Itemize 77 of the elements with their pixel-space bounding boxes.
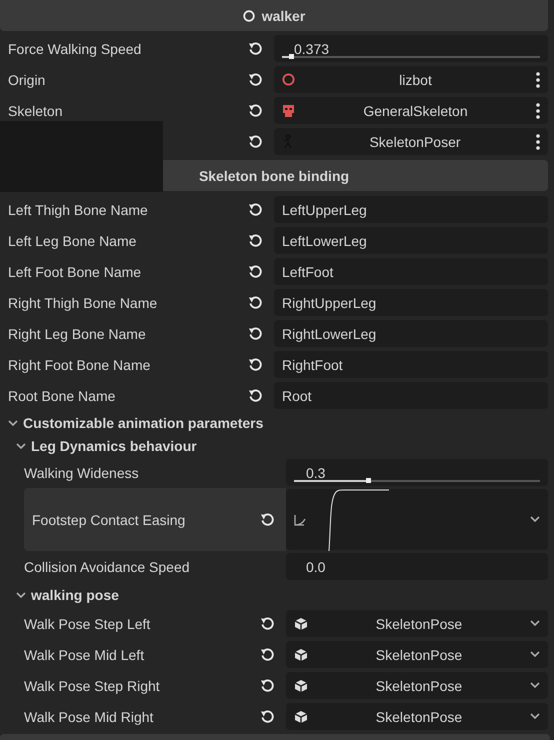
chevron-down-icon[interactable] [530,651,540,658]
reset-icon[interactable] [248,388,263,403]
more-options-icon[interactable] [536,134,540,150]
property-label: Walk Pose Step Right [24,678,161,694]
reset-icon[interactable] [248,41,263,56]
reset-icon[interactable] [260,512,275,527]
more-options-icon[interactable] [536,72,540,88]
resource-field[interactable]: SkeletonPose [286,703,548,730]
text-field[interactable]: LeftUpperLeg [274,196,548,223]
node-field[interactable]: lizbot [274,66,548,93]
reset-icon[interactable] [248,326,263,341]
property-label: Root Bone Name [8,388,116,404]
chevron-down-icon[interactable] [530,620,540,627]
group-header[interactable]: Customizable animation parameters [0,411,554,435]
chevron-down-icon[interactable] [16,592,26,598]
number-field[interactable]: 0.0 [286,553,548,580]
property-label: Right Thigh Bone Name [8,294,158,310]
reset-icon[interactable] [248,134,263,149]
reset-icon[interactable] [260,709,275,724]
skull-icon [282,104,295,118]
resource-field[interactable]: SkeletonPose [286,672,548,699]
cube-icon [294,678,308,692]
slider-thumb[interactable] [366,478,371,483]
text-field[interactable]: RightLowerLeg [274,320,548,347]
subgroup-header[interactable]: Leg Dynamics behaviour [0,435,554,457]
circle-icon [282,73,295,86]
reset-icon[interactable] [248,357,263,372]
curve-preview [328,488,390,550]
slider-thumb[interactable] [289,54,294,59]
node-field[interactable]: SkeletonPoser [274,128,548,155]
property-label: Left Foot Bone Name [8,264,142,280]
header-title: walker [262,8,306,24]
property-label: Origin [8,72,46,88]
reset-icon[interactable] [248,202,263,217]
reset-icon[interactable] [248,295,263,310]
resource-field[interactable]: SkeletonPose [286,610,548,637]
reset-icon[interactable] [248,72,263,87]
node-field[interactable]: GeneralSkeleton [274,97,548,124]
text-field[interactable]: Root [274,382,548,409]
cube-icon [294,616,308,630]
chevron-down-icon[interactable] [530,682,540,689]
cube-icon [294,710,308,724]
text-field[interactable]: LeftFoot [274,258,548,285]
text-field[interactable]: RightUpperLeg [274,289,548,316]
cube-icon [294,648,308,662]
reset-icon[interactable] [260,616,275,631]
curve-field[interactable] [286,489,548,550]
chevron-down-icon[interactable] [530,713,540,720]
property-label: Walk Pose Step Left [24,616,152,632]
reset-icon[interactable] [248,103,263,118]
reset-icon[interactable] [248,233,263,248]
circle-icon [242,10,255,22]
resource-field[interactable]: SkeletonPose [286,641,548,668]
slider-field[interactable]: 0.373 [274,35,548,62]
text-field[interactable]: LeftLowerLeg [274,227,548,254]
more-options-icon[interactable] [536,102,540,118]
property-label: Walk Pose Mid Right [24,708,154,724]
property-label: Walk Pose Mid Left [24,646,146,662]
property-label: Skeleton [8,102,64,118]
property-label: Right Leg Bone Name [8,326,147,342]
reset-icon[interactable] [260,678,275,693]
property-label: Left Leg Bone Name [8,232,138,248]
property-label: Collision Avoidance Speed [24,558,191,574]
chevron-down-icon[interactable] [530,516,540,523]
property-label: Left Thigh Bone Name [8,202,149,218]
property-label: Force Walking Speed [8,40,142,56]
chevron-down-icon[interactable] [16,442,26,450]
slider-field[interactable]: 0.3 [286,459,548,486]
easing-icon[interactable] [294,512,308,526]
text-field[interactable]: RightFoot [274,351,548,378]
property-label: Walking Wideness [24,464,140,480]
subgroup-header[interactable]: walking pose [0,582,554,608]
property-label: Right Foot Bone Name [8,356,152,372]
reset-icon[interactable] [248,264,263,279]
property-label: Footstep Contact Easing [32,512,186,528]
reset-icon[interactable] [260,647,275,662]
chevron-down-icon[interactable] [8,420,18,426]
